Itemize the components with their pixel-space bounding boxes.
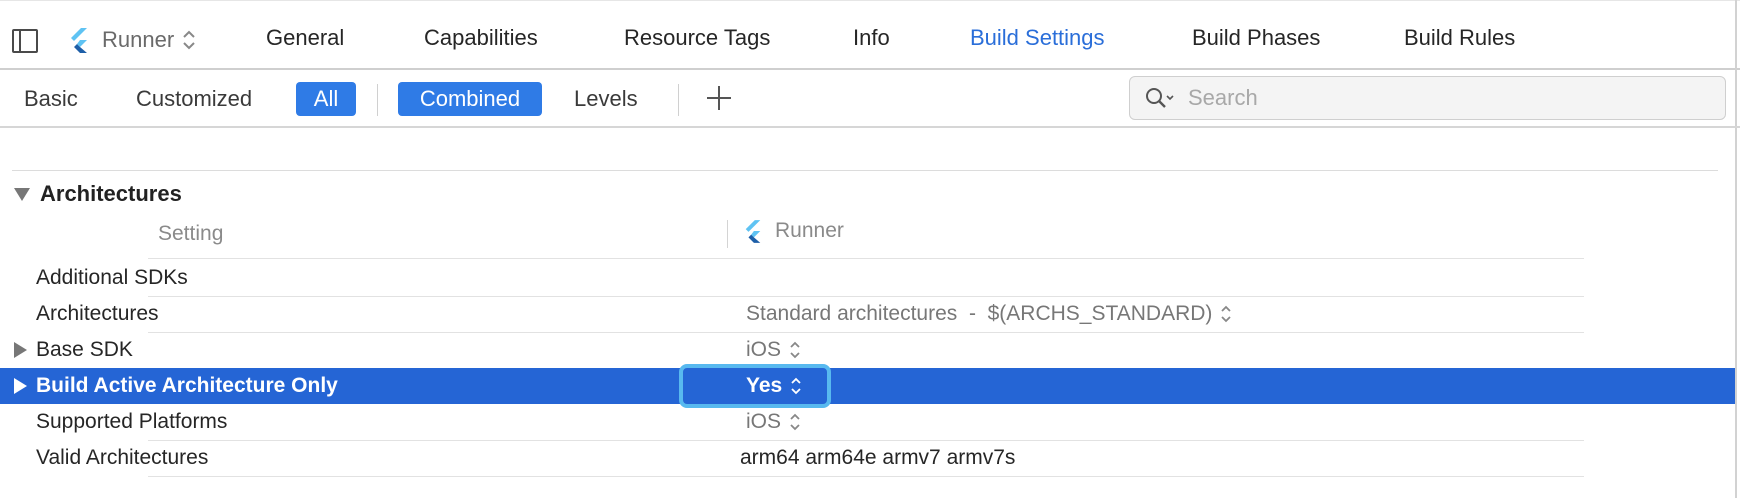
setting-row-additional-sdks[interactable]: Additional SDKs [0,260,1735,297]
target-name: Runner [102,27,175,52]
setting-value: iOS [746,410,782,433]
setting-name: Valid Architectures [36,446,209,469]
section-title: Architectures [40,181,182,206]
setting-name: Additional SDKs [36,266,188,289]
setting-value-popup[interactable]: iOS [746,338,801,362]
disclosure-right-icon[interactable] [14,378,27,394]
section-header-architectures[interactable]: Architectures [14,181,182,207]
tab-general[interactable]: General [266,25,344,51]
section-divider [12,170,1718,171]
filter-bar: Basic Customized All Combined Levels [0,72,1740,128]
filter-divider [678,84,679,116]
tab-info[interactable]: Info [853,25,890,51]
focus-ring [679,364,831,408]
chevron-updown-icon [790,413,800,431]
setting-value: iOS [746,338,782,361]
chevron-updown-icon [183,30,195,50]
filter-all[interactable]: All [296,82,356,116]
column-header-setting: Setting [158,222,224,245]
flutter-icon [745,220,761,243]
tab-build-rules[interactable]: Build Rules [1404,25,1515,51]
setting-row-architectures[interactable]: Architectures Standard architectures - $… [0,296,1735,333]
filter-divider [377,84,378,116]
setting-name: Architectures [36,302,159,325]
filter-basic[interactable]: Basic [24,82,78,116]
tab-capabilities[interactable]: Capabilities [424,25,538,51]
setting-name: Build Active Architecture Only [36,374,338,397]
tab-resource-tags[interactable]: Resource Tags [624,25,770,51]
setting-row-build-active-architecture-only[interactable]: Build Active Architecture Only Yes [0,368,1735,404]
setting-name: Base SDK [36,338,133,361]
sidebar-toggle-icon[interactable] [12,29,38,53]
editor-tab-bar: Runner General Capabilities Resource Tag… [0,0,1740,70]
setting-row-valid-architectures[interactable]: Valid Architectures arm64 arm64e armv7 a… [0,440,1735,477]
chevron-updown-icon [1221,305,1232,323]
search-field[interactable] [1129,76,1726,120]
setting-value-popup[interactable]: iOS [746,410,801,434]
setting-value: Standard architectures - $(ARCHS_STANDAR… [746,302,1213,325]
setting-row-supported-platforms[interactable]: Supported Platforms iOS [0,404,1735,441]
filter-customized[interactable]: Customized [136,82,252,116]
setting-value-popup[interactable]: Standard architectures - $(ARCHS_STANDAR… [746,302,1232,326]
view-combined[interactable]: Combined [398,82,542,116]
setting-value[interactable]: arm64 arm64e armv7 armv7s [740,446,1015,470]
search-input[interactable] [1188,83,1708,113]
search-icon [1146,88,1174,108]
tab-build-phases[interactable]: Build Phases [1192,25,1320,51]
disclosure-down-icon[interactable] [14,187,30,201]
setting-name: Supported Platforms [36,410,228,433]
chevron-updown-icon [790,341,800,359]
column-header-target: Runner [743,219,844,243]
tab-build-settings[interactable]: Build Settings [970,25,1105,51]
disclosure-right-icon[interactable] [14,342,27,358]
row-divider [148,476,1584,477]
plus-icon[interactable] [705,84,733,112]
target-picker[interactable]: Runner [68,23,196,57]
flutter-icon [71,28,87,53]
setting-row-base-sdk[interactable]: Base SDK iOS [0,332,1735,369]
column-divider [727,220,728,248]
view-levels[interactable]: Levels [574,82,638,116]
column-header-target-name: Runner [775,219,844,242]
header-divider [148,258,1584,259]
